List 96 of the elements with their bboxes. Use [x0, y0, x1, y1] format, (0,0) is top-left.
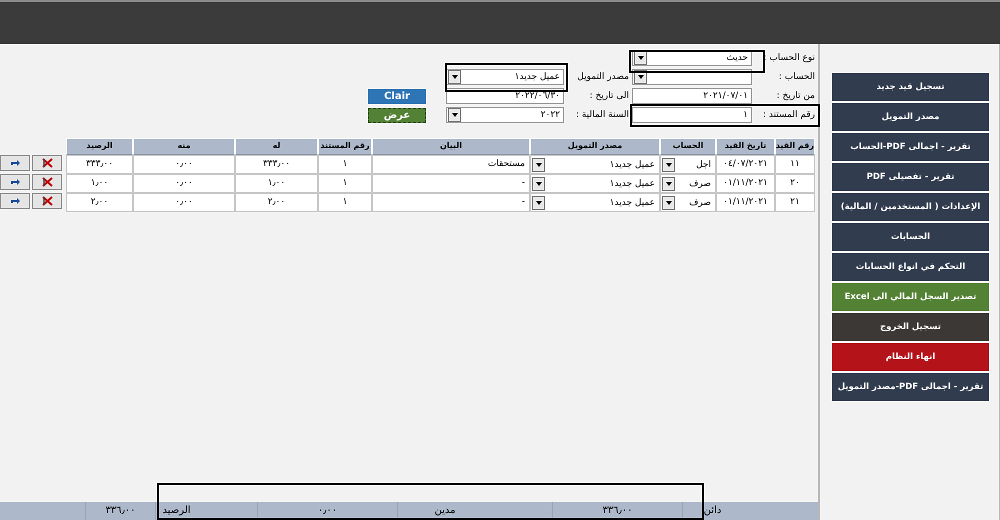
menu-button[interactable]: مصدر التمويل — [832, 103, 989, 131]
table-cell: ٠٫٠٠ — [133, 155, 235, 174]
column-header: منه — [133, 138, 235, 155]
table-cell: ١ — [318, 155, 372, 174]
table-cell: ١ — [318, 174, 372, 193]
caret-icon — [666, 162, 672, 166]
dropdown-button[interactable] — [532, 158, 545, 172]
dropdown-button[interactable] — [634, 51, 647, 65]
delete-icon — [42, 176, 52, 186]
delete-button[interactable] — [32, 192, 62, 208]
caret-icon — [536, 182, 542, 186]
table-cell: ١ — [318, 193, 372, 212]
column-header: البيان — [372, 138, 530, 155]
dropdown-button[interactable] — [662, 176, 675, 190]
dropdown-button[interactable] — [448, 108, 461, 122]
menu-button[interactable]: التحكم في انواع الحسابات — [832, 253, 989, 281]
refresh-button[interactable] — [0, 154, 30, 170]
table-cell: ٢٠ — [775, 174, 815, 193]
total-value: ٣٣٦٫٠٠ — [552, 502, 682, 520]
total-label: دائن — [682, 502, 742, 520]
redo-arrow-icon — [10, 159, 20, 166]
column-header: الحساب — [660, 138, 716, 155]
caret-icon — [666, 182, 672, 186]
delete-button[interactable] — [32, 154, 62, 170]
caret-icon — [666, 200, 672, 204]
caret-icon — [536, 162, 542, 166]
show-button[interactable]: عرض — [368, 108, 426, 122]
dropdown-cell[interactable]: عميل جديد١ — [530, 174, 660, 193]
clear-button[interactable]: Clair — [368, 88, 426, 104]
dropdown-cell[interactable]: عميل جديد١ — [530, 193, 660, 212]
table-cell: - — [372, 174, 530, 193]
table-cell: ٠٫٠٠ — [133, 193, 235, 212]
caret-icon — [638, 75, 644, 79]
delete-icon — [42, 196, 52, 206]
column-header: رقم القيد — [775, 138, 815, 155]
menu-button[interactable]: تقرير - اجمالى PDF-مصدر التمويل — [832, 373, 989, 401]
menu-button[interactable]: تسجيل الخروج — [832, 313, 989, 341]
menu-button[interactable]: الإعدادات ( المستخدمين / المالية) — [832, 193, 989, 221]
table-cell: ١٫٠٠ — [66, 174, 133, 193]
menu-button[interactable]: تقرير - اجمالى PDF-الحساب — [832, 133, 989, 161]
field-label: مصدر التمويل — [576, 72, 629, 82]
table-cell: ٢٫٠٠ — [66, 193, 133, 212]
caret-icon — [452, 113, 458, 117]
dropdown-field[interactable]: ٢٠٢٢ — [446, 107, 564, 123]
refresh-button[interactable] — [0, 174, 30, 190]
dropdown-field[interactable]: عميل جديد١ — [446, 69, 564, 85]
total-value: ٣٣٦٫٠٠ — [85, 502, 155, 520]
menu-button[interactable]: تقرير - تفصيلى PDF — [832, 163, 989, 191]
field-label: الى تاريخ : — [588, 91, 629, 101]
dropdown-cell[interactable]: اجل — [660, 155, 716, 174]
dropdown-button[interactable] — [448, 70, 461, 84]
input-field[interactable]: ١ — [632, 107, 752, 123]
dropdown-button[interactable] — [532, 196, 545, 210]
column-header: مصدر التمويل — [530, 138, 660, 155]
table-cell: - — [372, 193, 530, 212]
input-field[interactable]: ٢٠٢١/٠٧/٠١ — [632, 88, 752, 104]
column-header: رقم المستند — [318, 138, 372, 155]
caret-icon — [452, 75, 458, 79]
dropdown-button[interactable] — [532, 176, 545, 190]
total-value: ٠٫٠٠ — [257, 502, 397, 520]
caret-icon — [536, 200, 542, 204]
menu-button[interactable]: تصدير السجل المالي الى Excel — [832, 283, 989, 311]
table-cell: ٠١/١١/٢٠٢١ — [716, 193, 775, 212]
field-label: الحساب : — [778, 72, 815, 82]
refresh-button[interactable] — [0, 192, 30, 208]
delete-icon — [42, 158, 52, 168]
column-header: له — [235, 138, 318, 155]
total-label: الرصيد — [155, 502, 197, 520]
table-cell: ٠٫٠٠ — [133, 174, 235, 193]
table-cell: مستحقات — [372, 155, 530, 174]
table-cell: ٣٣٣٫٠٠ — [66, 155, 133, 174]
dropdown-button[interactable] — [662, 158, 675, 172]
dropdown-cell[interactable]: عميل جديد١ — [530, 155, 660, 174]
total-label: مدين — [397, 502, 492, 520]
field-label: من تاريخ : — [776, 91, 815, 101]
dropdown-cell[interactable]: صرف — [660, 193, 716, 212]
table-cell: ٣٣٣٫٠٠ — [235, 155, 318, 174]
field-label: السنة المالية : — [574, 110, 629, 120]
menu-button[interactable]: انهاء النظام — [832, 343, 989, 371]
dropdown-cell[interactable]: صرف — [660, 174, 716, 193]
table-cell: ١٫٠٠ — [235, 174, 318, 193]
table-cell: ١١ — [775, 155, 815, 174]
field-label: رقم المستند : — [762, 110, 815, 120]
delete-button[interactable] — [32, 174, 62, 190]
menu-button[interactable]: تسجيل قيد جديد — [832, 73, 989, 101]
caret-icon — [638, 56, 644, 60]
redo-arrow-icon — [10, 197, 20, 204]
table-cell: ٠١/١١/٢٠٢١ — [716, 174, 775, 193]
menu-button[interactable]: الحسابات — [832, 223, 989, 251]
table-cell: ٠٤/٠٧/٢٠٢١ — [716, 155, 775, 174]
column-header: تاريخ القيد — [716, 138, 775, 155]
table-cell: ٢١ — [775, 193, 815, 212]
table-cell: ٢٫٠٠ — [235, 193, 318, 212]
redo-arrow-icon — [10, 178, 20, 185]
dropdown-button[interactable] — [662, 196, 675, 210]
column-header: الرصيد — [66, 138, 133, 155]
